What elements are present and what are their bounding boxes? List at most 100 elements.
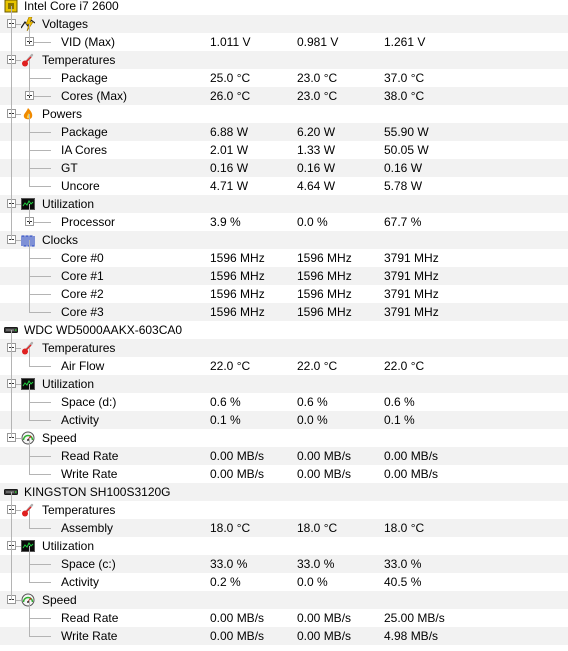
sensor-group-row[interactable]: Clocks (0, 231, 568, 249)
thermometer-icon (22, 341, 34, 355)
max-value: 33.0 % (384, 557, 422, 571)
tree-connector-line (29, 258, 51, 259)
sensor-row[interactable]: Processor 3.9 % 0.0 % 67.7 % (0, 213, 568, 231)
sensor-row[interactable]: GT 0.16 W 0.16 W 0.16 W (0, 159, 568, 177)
tree-connector-line (29, 60, 30, 96)
sensor-label-core-2: Core #2 (61, 287, 104, 301)
sensor-row[interactable]: Cores (Max) 26.0 °C 23.0 °C 38.0 °C (0, 87, 568, 105)
sensor-label-vid-max: VID (Max) (61, 35, 115, 49)
sensor-row[interactable]: Activity 0.1 % 0.0 % 0.1 % (0, 411, 568, 429)
tree-connector-line (29, 168, 51, 169)
sensor-row[interactable]: VID (Max) 1.011 V 0.981 V 1.261 V (0, 33, 568, 51)
sensor-label-read-rate: Read Rate (61, 611, 119, 625)
min-value: 1596 MHz (297, 287, 352, 301)
min-value: 22.0 °C (297, 359, 338, 373)
current-value: 26.0 °C (210, 89, 251, 103)
max-value: 0.1 % (384, 413, 415, 427)
sensor-row[interactable]: Assembly 18.0 °C 18.0 °C 18.0 °C (0, 519, 568, 537)
sensor-row[interactable]: Air Flow 22.0 °C 22.0 °C 22.0 °C (0, 357, 568, 375)
sensor-row[interactable]: Core #3 1596 MHz 1596 MHz 3791 MHz (0, 303, 568, 321)
tree-connector-line (29, 438, 30, 474)
current-value: 1596 MHz (210, 287, 265, 301)
sensor-label-activity: Activity (61, 575, 100, 589)
tree-connector-line (29, 564, 51, 565)
device-row[interactable]: Intel Core i7 2600 (0, 0, 568, 15)
sensor-row[interactable]: Package 6.88 W 6.20 W 55.90 W (0, 123, 568, 141)
tree-connector-line (29, 312, 51, 313)
sensor-row[interactable]: Write Rate 0.00 MB/s 0.00 MB/s 4.98 MB/s (0, 627, 568, 645)
sensor-row[interactable]: IA Cores 2.01 W 1.33 W 50.05 W (0, 141, 568, 159)
min-value: 0.00 MB/s (297, 611, 352, 625)
sensor-group-row[interactable]: Temperatures (0, 339, 568, 357)
current-value: 0.00 MB/s (210, 449, 265, 463)
current-value: 0.6 % (210, 395, 241, 409)
sensor-label-read-rate: Read Rate (61, 449, 119, 463)
sensor-label-core-1: Core #1 (61, 269, 104, 283)
tree-connector-line (29, 528, 51, 529)
sensor-group-row[interactable]: Voltages (0, 15, 568, 33)
sensor-label-uncore: Uncore (61, 179, 100, 193)
sensor-label-package: Package (61, 71, 108, 85)
min-value: 23.0 °C (297, 89, 338, 103)
max-value: 40.5 % (384, 575, 422, 589)
sensor-row[interactable]: Core #1 1596 MHz 1596 MHz 3791 MHz (0, 267, 568, 285)
sensor-group-row[interactable]: Powers (0, 105, 568, 123)
current-value: 0.16 W (210, 161, 249, 175)
thermometer-icon (22, 503, 34, 517)
group-label-utilization: Utilization (42, 377, 95, 391)
min-value: 0.0 % (297, 413, 328, 427)
sensor-label-assembly: Assembly (61, 521, 114, 535)
current-value: 6.88 W (210, 125, 249, 139)
sensor-group-row[interactable]: Speed (0, 429, 568, 447)
tree-connector-line (29, 240, 30, 312)
group-label-temperatures: Temperatures (42, 503, 116, 517)
tree-connector-line (29, 78, 51, 79)
device-row[interactable]: KINGSTON SH100S3120G (0, 483, 568, 501)
current-value: 25.0 °C (210, 71, 251, 85)
sensor-row[interactable]: Read Rate 0.00 MB/s 0.00 MB/s 0.00 MB/s (0, 447, 568, 465)
tree-connector-line (29, 150, 51, 151)
device-row[interactable]: WDC WD5000AAKX-603CA0 (0, 321, 568, 339)
tree-connector-line (29, 114, 30, 186)
max-value: 3791 MHz (384, 269, 439, 283)
max-value: 0.00 MB/s (384, 467, 439, 481)
current-value: 0.2 % (210, 575, 241, 589)
tree-connector-line (29, 456, 51, 457)
min-value: 1596 MHz (297, 269, 352, 283)
sensor-group-row[interactable]: Temperatures (0, 501, 568, 519)
sensor-row[interactable]: Read Rate 0.00 MB/s 0.00 MB/s 25.00 MB/s (0, 609, 568, 627)
sensor-row[interactable]: Package 25.0 °C 23.0 °C 37.0 °C (0, 69, 568, 87)
tree-connector-line (29, 402, 51, 403)
min-value: 0.00 MB/s (297, 449, 352, 463)
sensor-label-package: Package (61, 125, 108, 139)
max-value: 37.0 °C (384, 71, 425, 85)
current-value: 1596 MHz (210, 251, 265, 265)
sensor-row[interactable]: Space (c:) 33.0 % 33.0 % 33.0 % (0, 555, 568, 573)
current-value: 3.9 % (210, 215, 241, 229)
sensor-row[interactable]: Space (d:) 0.6 % 0.6 % 0.6 % (0, 393, 568, 411)
tree-connector-line (11, 6, 12, 240)
sensor-group-row[interactable]: Utilization (0, 195, 568, 213)
sensor-row[interactable]: Uncore 4.71 W 4.64 W 5.78 W (0, 177, 568, 195)
sensor-row[interactable]: Activity 0.2 % 0.0 % 40.5 % (0, 573, 568, 591)
min-value: 1596 MHz (297, 305, 352, 319)
tree-connector-line (29, 186, 51, 187)
min-value: 0.981 V (297, 35, 339, 49)
sensor-row[interactable]: Core #2 1596 MHz 1596 MHz 3791 MHz (0, 285, 568, 303)
sensor-group-row[interactable]: Temperatures (0, 51, 568, 69)
min-value: 4.64 W (297, 179, 336, 193)
tree-connector-line (29, 618, 51, 619)
voltage-icon (21, 17, 35, 31)
current-value: 4.71 W (210, 179, 249, 193)
max-value: 0.00 MB/s (384, 449, 439, 463)
sensor-row[interactable]: Core #0 1596 MHz 1596 MHz 3791 MHz (0, 249, 568, 267)
sensor-group-row[interactable]: Utilization (0, 537, 568, 555)
group-label-speed: Speed (42, 593, 77, 607)
current-value: 0.1 % (210, 413, 241, 427)
sensor-row[interactable]: Write Rate 0.00 MB/s 0.00 MB/s 0.00 MB/s (0, 465, 568, 483)
min-value: 1596 MHz (297, 251, 352, 265)
tree-connector-line (29, 474, 51, 475)
sensor-group-row[interactable]: Utilization (0, 375, 568, 393)
sensor-group-row[interactable]: Speed (0, 591, 568, 609)
group-label-utilization: Utilization (42, 539, 95, 553)
